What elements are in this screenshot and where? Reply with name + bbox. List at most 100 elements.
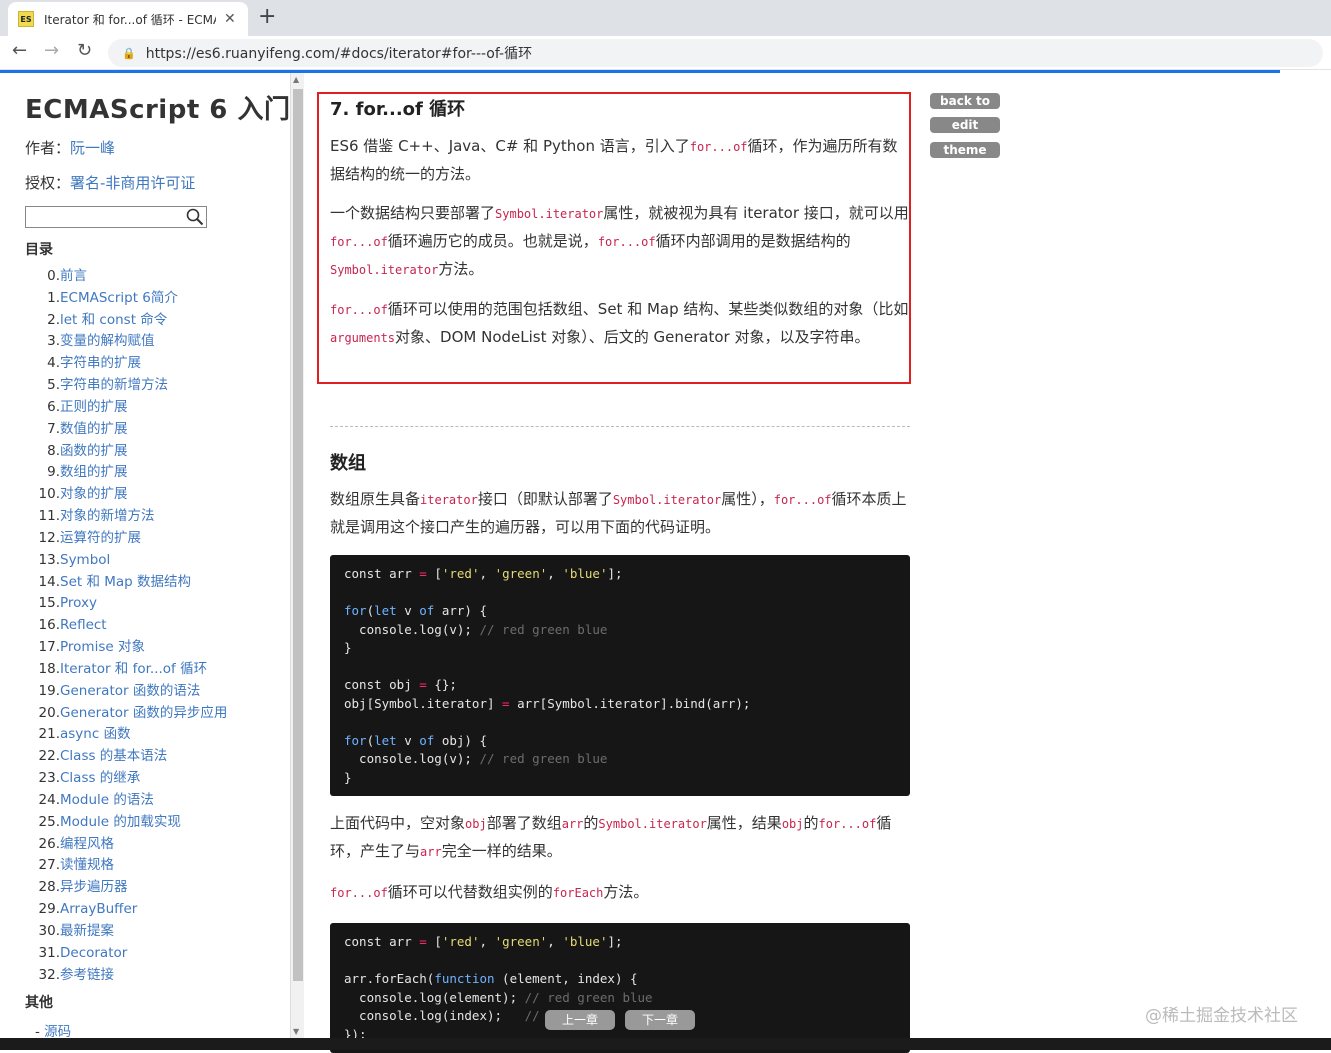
sidebar-item-10[interactable]: 10.对象的扩展 — [0, 484, 290, 506]
code-block-1: const arr = ['red', 'green', 'blue']; fo… — [330, 555, 910, 796]
sidebar-item-2[interactable]: 2.let 和 const 命令 — [0, 310, 290, 332]
toc-number: 23. — [38, 770, 60, 787]
license-line: 授权：署名-非商用许可证 — [25, 174, 196, 192]
sidebar-item-30[interactable]: 30.最新提案 — [0, 921, 290, 943]
sidebar-item-20[interactable]: 20.Generator 函数的异步应用 — [0, 703, 290, 725]
sidebar-item-32[interactable]: 32.参考链接 — [0, 965, 290, 987]
sidebar: ECMAScript 6 入门 作者：阮一峰 授权：署名-非商用许可证 目录 0… — [0, 73, 290, 1038]
sidebar-item-17[interactable]: 17.Promise 对象 — [0, 637, 290, 659]
sidebar-item-28[interactable]: 28.异步遍历器 — [0, 877, 290, 899]
scroll-down-arrow-icon[interactable]: ▼ — [293, 1027, 299, 1036]
sidebar-item-14[interactable]: 14.Set 和 Map 数据结构 — [0, 572, 290, 594]
toc-label: 数组的扩展 — [60, 464, 128, 481]
sidebar-item-11[interactable]: 11.对象的新增方法 — [0, 506, 290, 528]
sidebar-item-12[interactable]: 12.运算符的扩展 — [0, 528, 290, 550]
search-icon[interactable] — [186, 208, 204, 226]
toc-label: Promise 对象 — [60, 639, 145, 656]
toc-label: 字符串的新增方法 — [60, 377, 168, 394]
toc-number: 25. — [38, 813, 60, 830]
search-input[interactable] — [25, 206, 207, 228]
toc-label: Reflect — [60, 617, 107, 634]
sidebar-item-4[interactable]: 4.字符串的扩展 — [0, 353, 290, 375]
sidebar-item-19[interactable]: 19.Generator 函数的语法 — [0, 681, 290, 703]
toc-label: Generator 函数的语法 — [60, 682, 201, 699]
edit-button[interactable]: edit — [930, 117, 1000, 133]
paragraph-5: 上面代码中，空对象obj部署了数组arr的Symbol.iterator属性，结… — [330, 814, 892, 860]
sidebar-item-0[interactable]: 0.前言 — [0, 266, 290, 288]
sidebar-item-13[interactable]: 13.Symbol — [0, 550, 290, 572]
sidebar-item-25[interactable]: 25.Module 的加载实现 — [0, 812, 290, 834]
sidebar-item-29[interactable]: 29.ArrayBuffer — [0, 899, 290, 921]
toc-label: Proxy — [60, 595, 97, 612]
sidebar-item-21[interactable]: 21.async 函数 — [0, 724, 290, 746]
toc-number: 11. — [38, 508, 60, 525]
sidebar-item-8[interactable]: 8.函数的扩展 — [0, 441, 290, 463]
toc-label: Module 的语法 — [60, 791, 154, 808]
prev-chapter-button[interactable]: 上一章 — [545, 1010, 615, 1030]
sidebar-item-22[interactable]: 22.Class 的基本语法 — [0, 746, 290, 768]
sidebar-item-23[interactable]: 23.Class 的继承 — [0, 768, 290, 790]
toc-label: 运算符的扩展 — [60, 529, 141, 546]
forward-arrow-icon[interactable]: → — [44, 40, 59, 61]
paragraph-6: for...of循环可以代替数组实例的forEach方法。 — [330, 883, 649, 901]
new-tab-plus-icon[interactable]: + — [258, 4, 276, 29]
url-input[interactable]: 🔒 https://es6.ruanyifeng.com/#docs/itera… — [108, 39, 1323, 67]
sidebar-item-5[interactable]: 5.字符串的新增方法 — [0, 375, 290, 397]
toc-number: 7. — [47, 420, 60, 437]
toc-label: Iterator 和 for...of 循环 — [60, 660, 208, 677]
toc-label: Class 的基本语法 — [60, 748, 168, 765]
toc-label: 读懂规格 — [60, 857, 114, 874]
close-icon[interactable]: ✕ — [224, 11, 236, 27]
back-arrow-icon[interactable]: ← — [12, 40, 27, 61]
sidebar-item-27[interactable]: 27.读懂规格 — [0, 855, 290, 877]
sidebar-item-9[interactable]: 9.数组的扩展 — [0, 462, 290, 484]
toc-number: 19. — [38, 682, 60, 699]
toc-number: 10. — [38, 486, 60, 503]
toc-number: 32. — [38, 966, 60, 983]
toc-number: 9. — [47, 464, 60, 481]
sidebar-item-26[interactable]: 26.编程风格 — [0, 834, 290, 856]
code-block-2: const arr = ['red', 'green', 'blue']; ar… — [330, 923, 910, 1053]
scroll-thumb[interactable] — [293, 89, 303, 981]
author-line: 作者：阮一峰 — [25, 139, 116, 157]
toc-label: Set 和 Map 数据结构 — [60, 573, 192, 590]
sidebar-item-31[interactable]: 31.Decorator — [0, 943, 290, 965]
browser-tab-active[interactable]: ES Iterator 和 for...of 循环 - ECMA ✕ — [8, 2, 248, 36]
sidebar-item-16[interactable]: 16.Reflect — [0, 615, 290, 637]
next-chapter-button[interactable]: 下一章 — [625, 1010, 695, 1030]
toc-label: 正则的扩展 — [60, 398, 128, 415]
toc-label: 对象的扩展 — [60, 486, 128, 503]
lock-icon: 🔒 — [122, 46, 136, 60]
sidebar-item-6[interactable]: 6.正则的扩展 — [0, 397, 290, 419]
toc-number: 16. — [38, 617, 60, 634]
sidebar-item-24[interactable]: 24.Module 的语法 — [0, 790, 290, 812]
toc-label: 对象的新增方法 — [60, 508, 155, 525]
toc-number: 30. — [38, 922, 60, 939]
toc-label: Generator 函数的异步应用 — [60, 704, 228, 721]
toc-number: 12. — [38, 529, 60, 546]
author-link[interactable]: 阮一峰 — [70, 139, 115, 157]
sidebar-item-1[interactable]: 1.ECMAScript 6简介 — [0, 288, 290, 310]
toc-number: 28. — [38, 879, 60, 896]
sidebar-scrollbar[interactable]: ▲ ▼ — [290, 73, 304, 1038]
sidebar-item-3[interactable]: 3.变量的解构赋值 — [0, 331, 290, 353]
toc-label: 前言 — [60, 268, 87, 284]
reload-icon[interactable]: ↻ — [77, 40, 92, 61]
toc-label: Decorator — [60, 944, 128, 961]
sidebar-item-18[interactable]: 18.Iterator 和 for...of 循环 — [0, 659, 290, 681]
toc-label: 变量的解构赋值 — [60, 333, 155, 350]
sidebar-item-7[interactable]: 7.数值的扩展 — [0, 419, 290, 441]
theme-button[interactable]: theme — [930, 142, 1000, 158]
toc-label: 编程风格 — [60, 835, 114, 852]
license-link[interactable]: 署名-非商用许可证 — [70, 174, 195, 192]
toc-label: 函数的扩展 — [60, 442, 128, 459]
sidebar-item-source[interactable]: - 源码 — [35, 1020, 71, 1038]
paragraph-2: 一个数据结构只要部署了Symbol.iterator属性，就被视为具有 iter… — [330, 204, 909, 278]
sidebar-item-15[interactable]: 15.Proxy — [0, 593, 290, 615]
toc-label: 数值的扩展 — [60, 420, 128, 437]
toc-number: 6. — [47, 398, 60, 415]
back-to-top-button[interactable]: back to top — [930, 93, 1000, 124]
book-title: ECMAScript 6 入门 — [25, 95, 290, 125]
scroll-up-arrow-icon[interactable]: ▲ — [293, 75, 299, 84]
toc-label: Module 的加载实现 — [60, 813, 181, 830]
